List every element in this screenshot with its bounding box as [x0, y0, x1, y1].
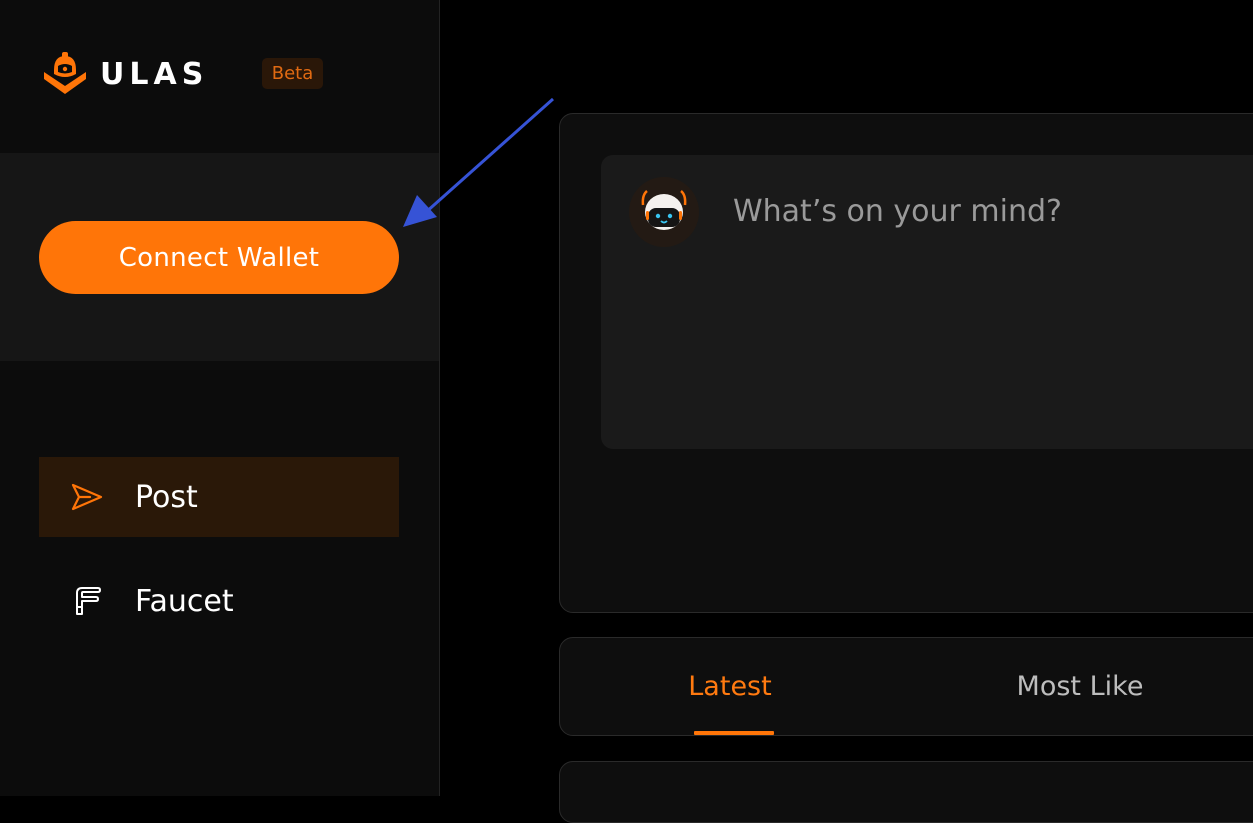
- nav-item-label: Faucet: [135, 583, 234, 619]
- faucet-icon: [69, 583, 105, 619]
- tab-latest[interactable]: Latest: [680, 638, 780, 735]
- brand-logo[interactable]: ULAS: [38, 46, 240, 100]
- annotation-arrow: [403, 97, 554, 227]
- post-composer[interactable]: [601, 155, 1253, 449]
- ulas-logo-icon: [44, 52, 86, 94]
- robot-avatar-icon: [629, 177, 699, 247]
- wallet-panel: Connect Wallet: [0, 153, 439, 361]
- post-composer-card: [559, 113, 1253, 613]
- feed-tabs: Latest Most Like: [559, 637, 1253, 736]
- post-input[interactable]: [731, 185, 1253, 237]
- send-icon: [69, 479, 105, 515]
- active-tab-indicator: [694, 731, 774, 735]
- ulas-wordmark: ULAS: [100, 58, 208, 88]
- svg-text:ULAS: ULAS: [100, 58, 208, 88]
- nav-item-faucet[interactable]: Faucet: [39, 561, 399, 641]
- sidebar: ULAS Beta Connect Wallet Post Faucet: [0, 0, 440, 796]
- feed-post-card: [559, 761, 1253, 823]
- nav-item-label: Post: [135, 479, 198, 515]
- beta-badge: Beta: [262, 58, 323, 89]
- nav-item-post[interactable]: Post: [39, 457, 399, 537]
- tab-most-like[interactable]: Most Like: [990, 638, 1170, 735]
- connect-wallet-button[interactable]: Connect Wallet: [39, 221, 399, 294]
